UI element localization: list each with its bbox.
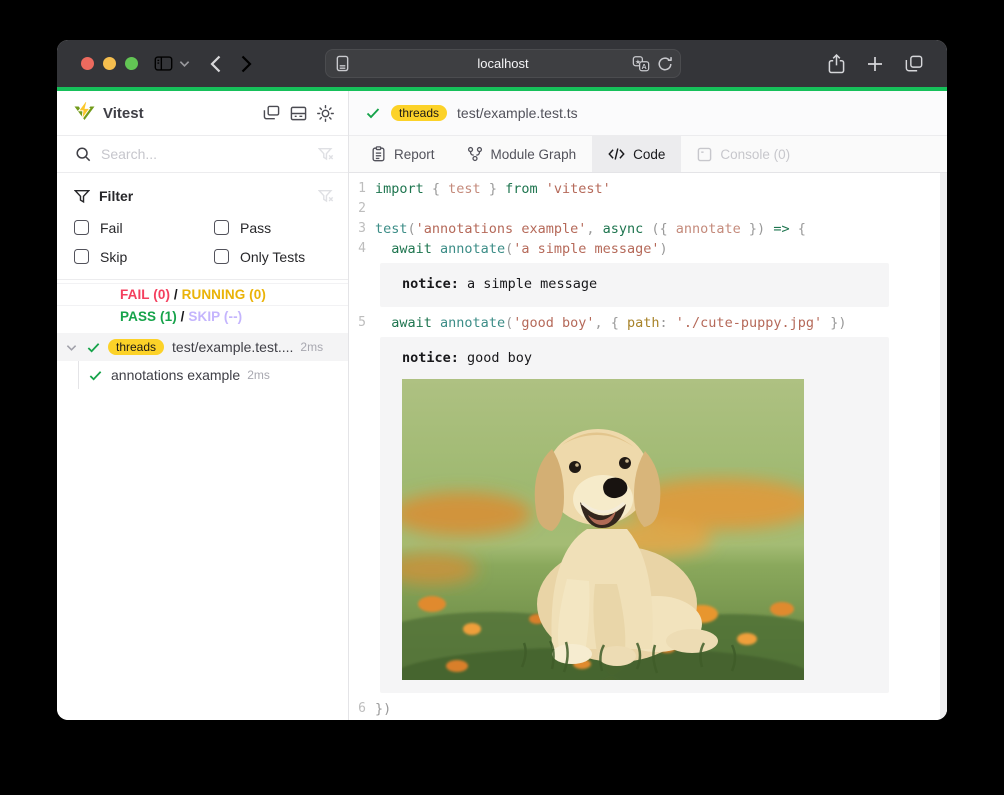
checkbox-icon[interactable]	[74, 220, 89, 235]
checkbox-icon[interactable]	[214, 220, 229, 235]
file-header: threads test/example.test.ts	[349, 91, 947, 136]
code-viewer[interactable]: 1import { test } from 'vitest'23test('an…	[349, 173, 947, 720]
back-icon[interactable]	[210, 55, 221, 73]
code-text: await annotate('a simple message')	[375, 239, 668, 259]
main-pane: threads test/example.test.ts Report	[349, 91, 947, 720]
code-text: })	[375, 699, 391, 719]
clipboard-icon	[371, 146, 386, 162]
code-line: 7	[349, 719, 947, 720]
filter-funnel-icon	[74, 189, 90, 204]
search-input[interactable]	[101, 146, 318, 162]
filter-checkbox-only-tests[interactable]: Only Tests	[214, 246, 334, 267]
sidebar: Vitest	[57, 91, 349, 720]
line-number: 5	[349, 313, 375, 333]
line-number: 4	[349, 239, 375, 259]
sidebar-toggle-icon[interactable]	[154, 55, 173, 72]
clear-search-filter-icon[interactable]	[318, 147, 334, 162]
code-line: 1import { test } from 'vitest'	[349, 179, 947, 199]
minimize-window-button[interactable]	[103, 57, 116, 70]
forward-icon[interactable]	[241, 55, 252, 73]
annotation-notice: notice: a simple message	[380, 263, 889, 307]
filter-checkbox-skip[interactable]: Skip	[74, 246, 214, 267]
app-title: Vitest	[103, 105, 144, 122]
filter-checkbox-fail[interactable]: Fail	[74, 217, 214, 238]
sidebar-chevron-down-icon[interactable]	[179, 60, 190, 68]
status-pass: PASS (1)	[120, 309, 177, 324]
code-text: await annotate('good boy', { path: './cu…	[375, 313, 847, 333]
line-number: 7	[349, 719, 375, 720]
scrollbar[interactable]	[940, 173, 947, 720]
theme-toggle-sun-icon[interactable]	[317, 105, 334, 122]
dashboard-icon[interactable]	[263, 105, 280, 122]
test-file-name: test/example.test....	[172, 339, 293, 355]
code-line: 5 await annotate('good boy', { path: './…	[349, 313, 947, 333]
module-graph-icon	[467, 146, 483, 162]
status-skip: SKIP (--)	[188, 309, 242, 324]
filter-title: Filter	[99, 188, 133, 204]
zoom-window-button[interactable]	[125, 57, 138, 70]
browser-titlebar: localhost A ★	[57, 40, 947, 87]
indent-guide	[78, 361, 79, 389]
check-pass-icon	[88, 368, 103, 383]
clear-filters-icon[interactable]	[318, 189, 334, 204]
check-pass-icon	[86, 340, 101, 355]
tab-overview-icon[interactable]	[905, 55, 923, 73]
status-running: RUNNING (0)	[182, 287, 266, 302]
code-text: import { test } from 'vitest'	[375, 179, 611, 199]
code-line: 6})	[349, 699, 947, 719]
test-duration: 2ms	[300, 340, 323, 354]
report-grid-icon[interactable]	[290, 105, 307, 122]
browser-window: localhost A ★	[57, 40, 947, 720]
status-fail: FAIL (0)	[120, 287, 170, 302]
test-case-row[interactable]: annotations example 2ms	[57, 361, 348, 389]
code-line: 3test('annotations example', async ({ an…	[349, 219, 947, 239]
checkbox-icon[interactable]	[74, 249, 89, 264]
share-icon[interactable]	[828, 54, 845, 74]
translate-icon[interactable]: A ★	[632, 55, 650, 77]
reload-icon[interactable]	[657, 55, 673, 77]
test-status-summary: FAIL (0) / RUNNING (0) PASS (1) / SKIP (…	[57, 280, 348, 331]
code-line: 4 await annotate('a simple message')	[349, 239, 947, 259]
url-text: localhost	[326, 50, 680, 77]
annotation-notice: notice: good boy	[380, 337, 889, 693]
traffic-lights	[81, 57, 138, 70]
test-duration: 2ms	[247, 368, 270, 382]
address-bar[interactable]: localhost A ★	[325, 49, 681, 78]
close-window-button[interactable]	[81, 57, 94, 70]
pool-badge: threads	[108, 339, 164, 355]
console-icon	[697, 147, 712, 162]
test-file-row[interactable]: threads test/example.test.... 2ms	[57, 333, 348, 361]
line-number: 6	[349, 699, 375, 719]
check-pass-icon	[365, 105, 381, 121]
open-file-name: test/example.test.ts	[457, 105, 578, 121]
pool-badge: threads	[391, 105, 447, 121]
checkbox-icon[interactable]	[214, 249, 229, 264]
vitest-logo-icon	[74, 101, 95, 126]
line-number: 2	[349, 199, 375, 219]
tab-report[interactable]: Report	[355, 136, 451, 172]
new-tab-icon[interactable]	[867, 56, 883, 72]
puppy-photo	[402, 379, 804, 680]
code-icon	[608, 147, 625, 161]
svg-text:★: ★	[635, 59, 641, 66]
tab-bar: Report Module Graph Code	[349, 136, 947, 173]
chevron-down-icon[interactable]	[66, 339, 82, 355]
line-number: 3	[349, 219, 375, 239]
test-tree: threads test/example.test.... 2ms annota…	[57, 333, 348, 389]
search-icon	[75, 146, 91, 162]
test-case-name: annotations example	[111, 367, 240, 383]
filter-checkbox-pass[interactable]: Pass	[214, 217, 334, 238]
tab-console[interactable]: Console (0)	[681, 136, 806, 172]
tab-code[interactable]: Code	[592, 136, 681, 172]
line-number: 1	[349, 179, 375, 199]
code-line: 2	[349, 199, 947, 219]
code-text: test('annotations example', async ({ ann…	[375, 219, 806, 239]
svg-text:A: A	[642, 62, 647, 71]
tab-module-graph[interactable]: Module Graph	[451, 136, 593, 172]
